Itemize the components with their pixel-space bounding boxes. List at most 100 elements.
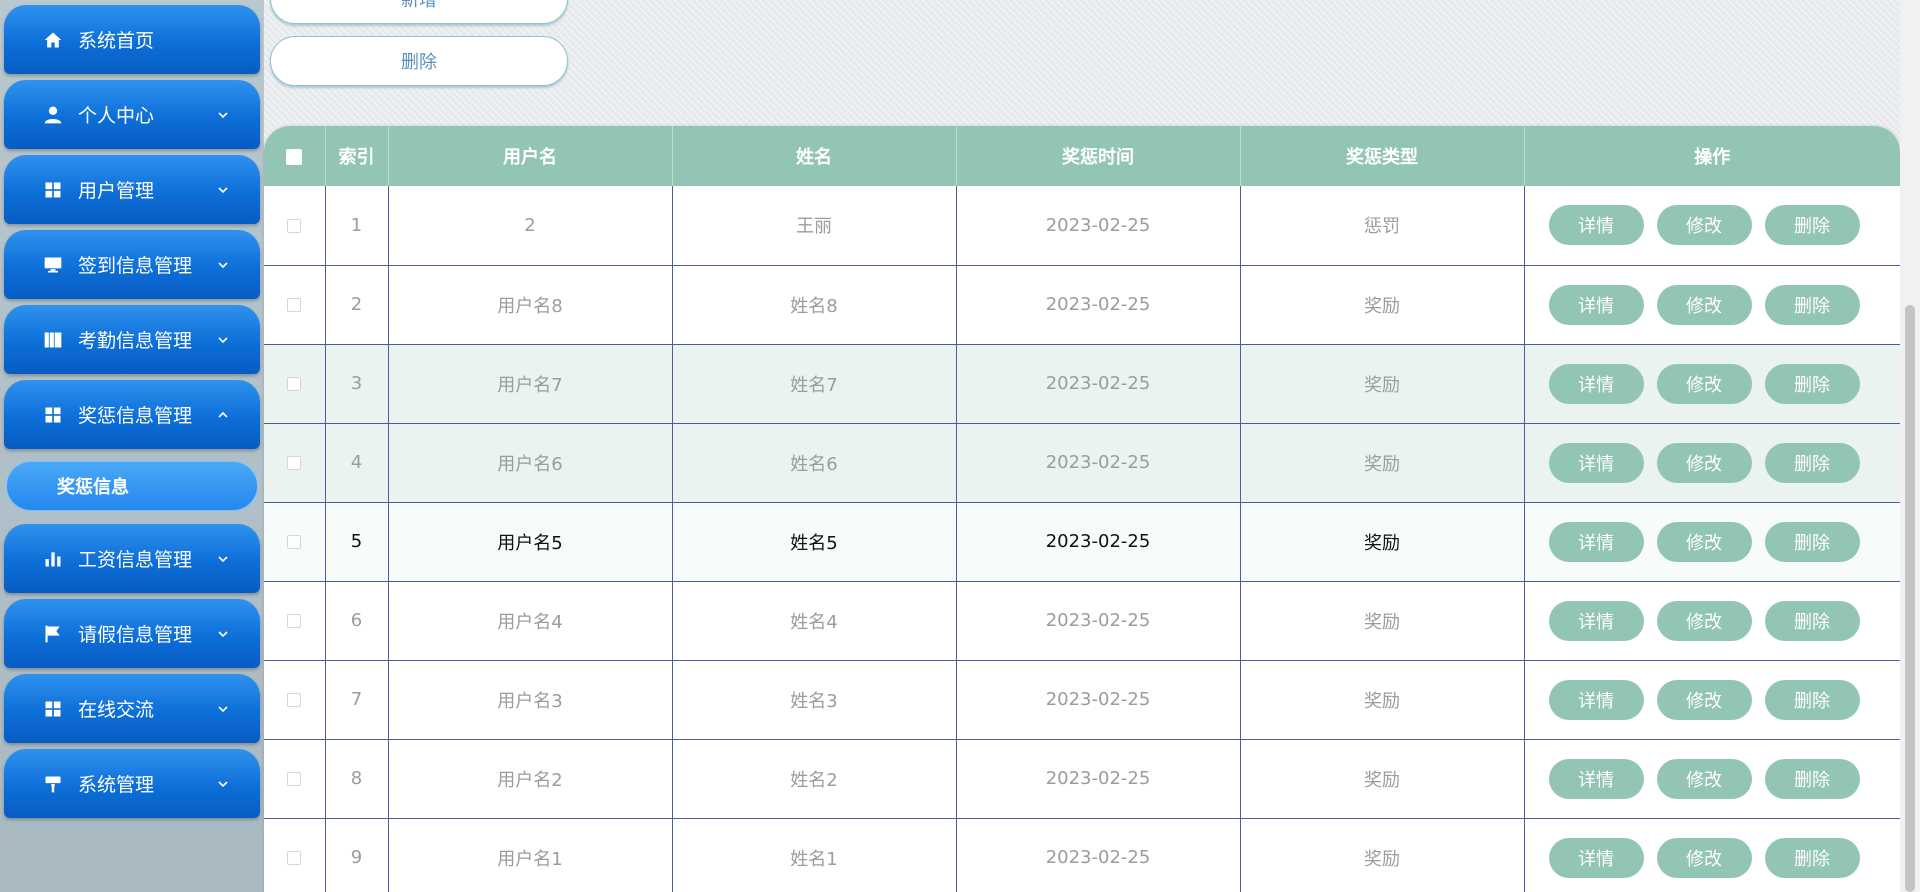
row-checkbox[interactable] xyxy=(287,456,302,470)
detail-button[interactable]: 详情 xyxy=(1548,758,1644,799)
delete-button[interactable]: 删除 xyxy=(1764,284,1860,325)
cell-actions: 详情 修改 删除 xyxy=(1524,502,1900,581)
cell-actions: 详情 修改 删除 xyxy=(1524,739,1900,818)
grid-icon xyxy=(42,404,64,426)
detail-button[interactable]: 详情 xyxy=(1548,837,1644,878)
delete-button[interactable]: 删除 xyxy=(1764,442,1860,483)
cell-type: 奖励 xyxy=(1240,344,1525,423)
row-checkbox[interactable] xyxy=(287,614,302,628)
cell-index: 9 xyxy=(325,818,389,892)
delete-button[interactable]: 删除 xyxy=(1764,837,1860,878)
sidebar-item-attendance[interactable]: 考勤信息管理 xyxy=(4,305,260,374)
submenu-item-reward-punishment-info[interactable]: 奖惩信息 xyxy=(6,461,258,511)
edit-button[interactable]: 修改 xyxy=(1656,837,1752,878)
flag-icon xyxy=(42,623,64,645)
cell-name: 姓名4 xyxy=(672,581,957,660)
detail-button[interactable]: 详情 xyxy=(1548,205,1644,246)
table-row: 6 用户名4 姓名4 2023-02-25 奖励 详情 修改 删除 xyxy=(264,581,1900,660)
sidebar-item-salary[interactable]: 工资信息管理 xyxy=(4,524,260,593)
table-row: 4 用户名6 姓名6 2023-02-25 奖励 详情 修改 删除 xyxy=(264,423,1900,502)
row-checkbox[interactable] xyxy=(287,377,302,391)
detail-button[interactable]: 详情 xyxy=(1548,521,1644,562)
detail-button[interactable]: 详情 xyxy=(1548,284,1644,325)
row-checkbox[interactable] xyxy=(287,693,302,707)
sidebar-item-label: 工资信息管理 xyxy=(78,549,193,571)
add-button[interactable]: 新增 xyxy=(270,0,568,24)
sidebar-item-home[interactable]: 系统首页 xyxy=(4,5,260,74)
batch-delete-button[interactable]: 删除 xyxy=(270,36,568,86)
grid-icon xyxy=(42,179,64,201)
scrollbar-thumb[interactable] xyxy=(1905,305,1915,892)
delete-button[interactable]: 删除 xyxy=(1764,679,1860,720)
row-checkbox[interactable] xyxy=(287,535,302,549)
sidebar-item-personal-center[interactable]: 个人中心 xyxy=(4,80,260,149)
row-checkbox[interactable] xyxy=(287,851,302,865)
cell-username: 用户名5 xyxy=(388,502,673,581)
row-checkbox[interactable] xyxy=(287,218,302,233)
edit-button[interactable]: 修改 xyxy=(1656,363,1752,404)
detail-button[interactable]: 详情 xyxy=(1548,600,1644,641)
edit-button[interactable]: 修改 xyxy=(1656,679,1752,720)
row-checkbox[interactable] xyxy=(287,772,302,786)
chevron-down-icon xyxy=(216,258,230,272)
column-header-time: 奖惩时间 xyxy=(956,126,1241,186)
detail-button[interactable]: 详情 xyxy=(1548,442,1644,483)
cell-actions: 详情 修改 删除 xyxy=(1524,423,1900,502)
row-select-cell[interactable] xyxy=(264,344,326,423)
detail-button[interactable]: 详情 xyxy=(1548,363,1644,404)
delete-button[interactable]: 删除 xyxy=(1764,758,1860,799)
row-select-cell[interactable] xyxy=(264,660,326,739)
row-checkbox[interactable] xyxy=(287,298,302,312)
cell-name: 王丽 xyxy=(672,186,957,265)
sidebar-item-system-management[interactable]: 系统管理 xyxy=(4,749,260,818)
sidebar-item-reward-punishment[interactable]: 奖惩信息管理 xyxy=(4,380,260,449)
row-select-cell[interactable] xyxy=(264,581,326,660)
edit-button[interactable]: 修改 xyxy=(1656,205,1752,246)
cell-type: 奖励 xyxy=(1240,581,1525,660)
chevron-down-icon xyxy=(216,333,230,347)
edit-button[interactable]: 修改 xyxy=(1656,442,1752,483)
select-all-checkbox[interactable] xyxy=(286,148,303,165)
edit-button[interactable]: 修改 xyxy=(1656,758,1752,799)
cell-index: 4 xyxy=(325,423,389,502)
table-row: 1 2 王丽 2023-02-25 惩罚 详情 修改 删除 xyxy=(264,186,1900,265)
paint-roller-icon xyxy=(42,773,64,795)
sidebar-item-user-management[interactable]: 用户管理 xyxy=(4,155,260,224)
select-all-cell[interactable] xyxy=(264,126,326,186)
sidebar-item-leave[interactable]: 请假信息管理 xyxy=(4,599,260,668)
cell-index: 7 xyxy=(325,660,389,739)
cell-username: 用户名3 xyxy=(388,660,673,739)
row-select-cell[interactable] xyxy=(264,739,326,818)
row-select-cell[interactable] xyxy=(264,186,326,265)
cell-type: 惩罚 xyxy=(1240,186,1525,265)
row-select-cell[interactable] xyxy=(264,502,326,581)
cell-index: 2 xyxy=(325,265,389,344)
cell-time: 2023-02-25 xyxy=(956,186,1241,265)
sidebar-item-online-chat[interactable]: 在线交流 xyxy=(4,674,260,743)
edit-button[interactable]: 修改 xyxy=(1656,284,1752,325)
detail-button[interactable]: 详情 xyxy=(1548,679,1644,720)
chevron-up-icon xyxy=(216,408,230,422)
sidebar-item-sign-in[interactable]: 签到信息管理 xyxy=(4,230,260,299)
scrollbar[interactable] xyxy=(1900,0,1920,892)
column-header-actions: 操作 xyxy=(1694,147,1731,168)
sidebar-item-label: 考勤信息管理 xyxy=(78,330,193,352)
home-icon xyxy=(42,29,64,51)
cell-time: 2023-02-25 xyxy=(956,739,1241,818)
delete-button[interactable]: 删除 xyxy=(1764,521,1860,562)
delete-button[interactable]: 删除 xyxy=(1764,600,1860,641)
cell-index: 3 xyxy=(325,344,389,423)
cell-type: 奖励 xyxy=(1240,818,1525,892)
row-select-cell[interactable] xyxy=(264,423,326,502)
table-row: 9 用户名1 姓名1 2023-02-25 奖励 详情 修改 删除 xyxy=(264,818,1900,892)
edit-button[interactable]: 修改 xyxy=(1656,521,1752,562)
delete-button[interactable]: 删除 xyxy=(1764,363,1860,404)
row-select-cell[interactable] xyxy=(264,265,326,344)
sidebar: 系统首页 个人中心 用户管理 签到信息管理 考勤信息管理 奖惩信息管理 奖惩信息… xyxy=(0,0,264,892)
chevron-down-icon xyxy=(216,627,230,641)
table-header: 索引 用户名 姓名 奖惩时间 奖惩类型 操作 xyxy=(264,126,1900,186)
row-select-cell[interactable] xyxy=(264,818,326,892)
cell-time: 2023-02-25 xyxy=(956,502,1241,581)
edit-button[interactable]: 修改 xyxy=(1656,600,1752,641)
delete-button[interactable]: 删除 xyxy=(1764,205,1860,246)
